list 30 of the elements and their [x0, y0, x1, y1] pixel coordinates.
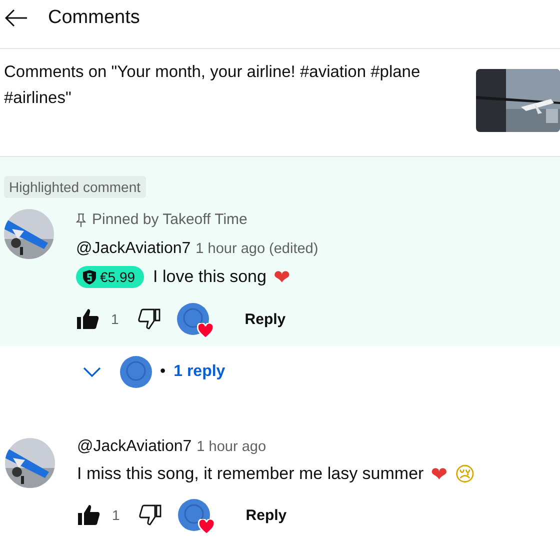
like-icon[interactable]	[77, 503, 101, 527]
comment-text: I love this song	[153, 267, 266, 287]
timestamp: 1 hour ago	[196, 439, 266, 455]
comment-text: I miss this song, it remember me lasy summer	[77, 464, 424, 484]
tip-badge: €5.99	[76, 266, 144, 288]
heart-emoji: ❤	[430, 464, 448, 484]
author-name[interactable]: @JackAviation7	[77, 438, 192, 456]
like-icon[interactable]	[76, 307, 100, 331]
like-count: 1	[112, 507, 120, 523]
channel-avatar	[120, 356, 152, 388]
dislike-icon[interactable]	[138, 503, 162, 527]
heart-emoji: ❤	[273, 267, 290, 287]
video-caption: Comments on "Your month, your airline! #aviation #plane #airlines"	[4, 62, 422, 109]
like-count: 1	[111, 311, 119, 327]
pin-icon	[76, 212, 86, 226]
reply-button[interactable]: Reply	[234, 304, 296, 334]
avatar	[5, 438, 55, 488]
crying-face-emoji: 😢	[454, 464, 476, 484]
chevron-down-icon[interactable]	[82, 366, 102, 378]
dislike-icon[interactable]	[136, 307, 161, 331]
pinned-label: Pinned by Takeoff Time	[92, 211, 248, 228]
back-arrow-icon[interactable]	[4, 8, 28, 28]
reply-button[interactable]: Reply	[236, 500, 297, 530]
page-title: Comments	[48, 7, 140, 29]
timestamp: 1 hour ago (edited)	[196, 241, 318, 257]
highlighted-label: Highlighted comment	[4, 176, 146, 198]
avatar	[4, 209, 54, 259]
separator-dot: •	[160, 363, 166, 381]
replies-link[interactable]: 1 reply	[174, 363, 226, 381]
author-name[interactable]: @JackAviation7	[76, 240, 191, 258]
